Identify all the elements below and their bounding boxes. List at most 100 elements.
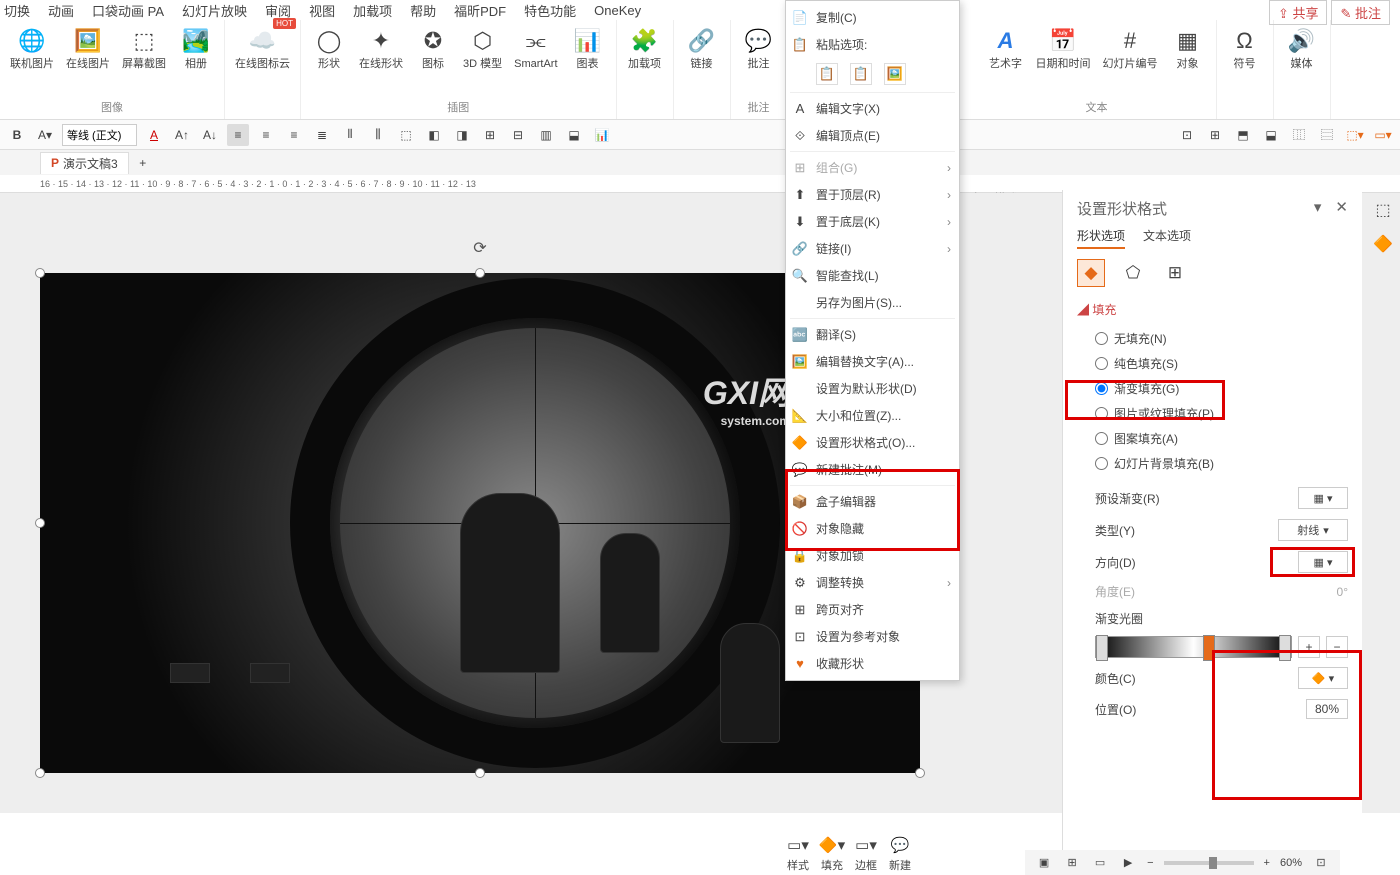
remove-stop-button[interactable]: − (1326, 636, 1348, 658)
side-tab-1[interactable]: ⬚ (1371, 198, 1395, 222)
cm-link[interactable]: 🔗链接(I)› (786, 235, 959, 262)
paste-opt-2[interactable]: 📋 (850, 63, 872, 85)
symbol-button[interactable]: Ω符号 (1225, 24, 1265, 72)
wordart-button[interactable]: A艺术字 (986, 24, 1026, 72)
doc-tab-active[interactable]: P 演示文稿3 (40, 152, 129, 174)
icon-cloud-button[interactable]: ☁️在线图标云 (233, 24, 292, 72)
cm-set-default[interactable]: 设置为默认形状(D) (786, 375, 959, 402)
view-reading-button[interactable]: ▭ (1091, 854, 1109, 872)
cm-bring-front[interactable]: ⬆置于顶层(R)› (786, 181, 959, 208)
tool-h-button[interactable]: 📊 (591, 124, 613, 146)
view-slideshow-button[interactable]: ▶ (1119, 854, 1137, 872)
tab-features[interactable]: 特色功能 (524, 1, 576, 20)
object-button[interactable]: ▦对象 (1168, 24, 1208, 72)
mini-fill[interactable]: 🔶▾填充 (819, 835, 845, 873)
annotate-button[interactable]: ✎ 批注 (1331, 0, 1390, 25)
add-tab-button[interactable]: + (133, 156, 153, 170)
increase-font-button[interactable]: A↑ (171, 124, 193, 146)
effects-tab[interactable]: ⬠ (1119, 259, 1147, 287)
align-tool-8[interactable]: ▭▾ (1372, 124, 1394, 146)
align-tool-3[interactable]: ⬒ (1232, 124, 1254, 146)
radio-no-fill[interactable]: 无填充(N) (1077, 326, 1348, 351)
fit-window-button[interactable]: ⊡ (1312, 854, 1330, 872)
3d-model-button[interactable]: ⬡3D 模型 (461, 24, 504, 72)
tab-shape-options[interactable]: 形状选项 (1077, 227, 1125, 249)
cm-favorite[interactable]: ♥收藏形状 (786, 650, 959, 677)
preset-dropdown[interactable]: ▦ ▾ (1298, 487, 1348, 509)
size-tab[interactable]: ⊞ (1161, 259, 1189, 287)
align-left-button[interactable]: ≡ (227, 124, 249, 146)
zoom-out-button[interactable]: − (1147, 857, 1153, 869)
radio-picture-fill[interactable]: 图片或纹理填充(P) (1077, 401, 1348, 426)
tool-a-button[interactable]: ⬚ (395, 124, 417, 146)
view-sorter-button[interactable]: ⊞ (1063, 854, 1081, 872)
zoom-level[interactable]: 60% (1280, 857, 1302, 869)
paste-opt-3[interactable]: 🖼️ (884, 63, 906, 85)
tab-pocket-anim[interactable]: 口袋动画 PA (92, 1, 164, 20)
tab-help[interactable]: 帮助 (410, 1, 436, 20)
rotate-handle[interactable]: ⟳ (473, 238, 486, 258)
distribute-v-button[interactable]: ⫼ (367, 124, 389, 146)
cm-save-pic[interactable]: 另存为图片(S)... (786, 289, 959, 316)
cm-copy[interactable]: 📄复制(C) (786, 4, 959, 31)
tab-animation[interactable]: 动画 (48, 1, 74, 20)
cm-edit-points[interactable]: ⟐编辑顶点(E) (786, 122, 959, 149)
slide-number-button[interactable]: #幻灯片编号 (1101, 24, 1160, 72)
align-tool-1[interactable]: ⊡ (1176, 124, 1198, 146)
tab-addins[interactable]: 加载项 (353, 1, 392, 20)
side-tab-format[interactable]: 🔶 (1371, 232, 1395, 256)
share-button[interactable]: ⇪ 共享 (1269, 0, 1328, 25)
datetime-button[interactable]: 📅日期和时间 (1034, 24, 1093, 72)
tool-c-button[interactable]: ◨ (451, 124, 473, 146)
radio-solid-fill[interactable]: 纯色填充(S) (1077, 351, 1348, 376)
tool-g-button[interactable]: ⬓ (563, 124, 585, 146)
radio-slide-bg-fill[interactable]: 幻灯片背景填充(B) (1077, 451, 1348, 476)
tool-b-button[interactable]: ◧ (423, 124, 445, 146)
tab-transition[interactable]: 切换 (4, 1, 30, 20)
web-pictures-button[interactable]: 🖼️在线图片 (64, 24, 112, 72)
tab-view[interactable]: 视图 (309, 1, 335, 20)
font-combo[interactable] (62, 124, 137, 146)
cm-adjust[interactable]: ⚙调整转换› (786, 569, 959, 596)
cm-box-editor[interactable]: 📦盒子编辑器 (786, 488, 959, 515)
cm-new-comment[interactable]: 💬新建批注(M) (786, 456, 959, 483)
paste-opt-1[interactable]: 📋 (816, 63, 838, 85)
add-stop-button[interactable]: + (1298, 636, 1320, 658)
position-value[interactable]: 80% (1306, 699, 1348, 719)
align-center-button[interactable]: ≡ (255, 124, 277, 146)
online-shapes-button[interactable]: ✦在线形状 (357, 24, 405, 72)
align-justify-button[interactable]: ≣ (311, 124, 333, 146)
distribute-h-button[interactable]: ⫴ (339, 124, 361, 146)
cm-lock-object[interactable]: 🔒对象加锁 (786, 542, 959, 569)
decrease-font-button[interactable]: A↓ (199, 124, 221, 146)
tool-f-button[interactable]: ▥ (535, 124, 557, 146)
tab-foxit[interactable]: 福昕PDF (454, 1, 506, 20)
screenshot-button[interactable]: ⬚屏幕截图 (120, 24, 168, 72)
align-right-button[interactable]: ≡ (283, 124, 305, 146)
online-pictures-button[interactable]: 🌐联机图片 (8, 24, 56, 72)
cm-translate[interactable]: 🔤翻译(S) (786, 321, 959, 348)
tab-slideshow[interactable]: 幻灯片放映 (182, 1, 247, 20)
tab-review[interactable]: 审阅 (265, 1, 291, 20)
radio-pattern-fill[interactable]: 图案填充(A) (1077, 426, 1348, 451)
tool-d-button[interactable]: ⊞ (479, 124, 501, 146)
icons-button[interactable]: ✪图标 (413, 24, 453, 72)
align-tool-5[interactable]: ⿲ (1288, 124, 1310, 146)
cm-edit-text[interactable]: A编辑文字(X) (786, 95, 959, 122)
cm-alt-text[interactable]: 🖼️编辑替换文字(A)... (786, 348, 959, 375)
cm-size-pos[interactable]: 📐大小和位置(Z)... (786, 402, 959, 429)
align-tool-2[interactable]: ⊞ (1204, 124, 1226, 146)
color-dropdown[interactable]: 🔶 ▾ (1298, 667, 1348, 689)
mini-style[interactable]: ▭▾样式 (785, 835, 811, 873)
zoom-in-button[interactable]: + (1264, 857, 1270, 869)
chart-button[interactable]: 📊图表 (568, 24, 608, 72)
mini-outline[interactable]: ▭▾边框 (853, 835, 879, 873)
view-normal-button[interactable]: ▣ (1035, 854, 1053, 872)
gradient-slider[interactable] (1095, 636, 1292, 658)
radio-gradient-fill[interactable]: 渐变填充(G) (1077, 376, 1348, 401)
font-color-button[interactable]: A▾ (34, 124, 56, 146)
cm-set-ref[interactable]: ⊡设置为参考对象 (786, 623, 959, 650)
font-color2-button[interactable]: A (143, 124, 165, 146)
fill-section-header[interactable]: ◢ 填充 (1077, 301, 1348, 318)
fill-line-tab[interactable]: ◆ (1077, 259, 1105, 287)
